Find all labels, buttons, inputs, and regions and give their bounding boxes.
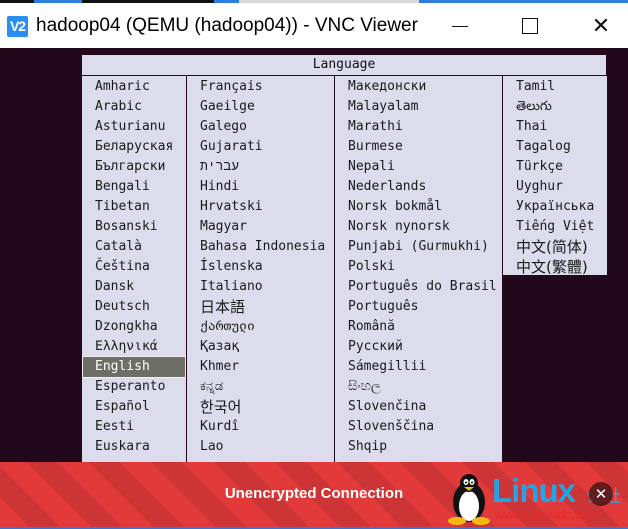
language-option[interactable]: Eesti	[82, 417, 186, 437]
language-column-1: Amharic Arabic Asturianu Беларуская Българск…	[81, 76, 186, 462]
language-option[interactable]: Español	[82, 397, 186, 417]
language-option[interactable]: Italiano	[187, 277, 334, 297]
language-menu-header: Language	[81, 54, 607, 76]
language-option[interactable]: Português do Brasil	[335, 277, 502, 297]
language-menu: Language Amharic Arabic Asturianu Беларуска…	[81, 54, 608, 462]
close-button[interactable]: ✕	[578, 4, 624, 48]
language-option[interactable]: Euskara	[82, 437, 186, 457]
language-option[interactable]: Қазақ	[187, 337, 334, 357]
language-option[interactable]: Lao	[187, 437, 334, 457]
language-option[interactable]: Nederlands	[335, 177, 502, 197]
language-option[interactable]: Tibetan	[82, 197, 186, 217]
language-option[interactable]: Dzongkha	[82, 317, 186, 337]
language-option[interactable]: Nepali	[335, 157, 502, 177]
language-option[interactable]: Uyghur	[503, 177, 607, 197]
language-option[interactable]: Hrvatski	[187, 197, 334, 217]
language-option-selected[interactable]: English	[82, 356, 186, 378]
language-option[interactable]: Marathi	[335, 117, 502, 137]
language-option[interactable]: ქართული	[187, 317, 334, 337]
strip-segment	[0, 0, 34, 3]
language-option[interactable]: Gaeilge	[187, 97, 334, 117]
language-option[interactable]: Norsk bokmål	[335, 197, 502, 217]
language-option[interactable]: Català	[82, 237, 186, 257]
language-option[interactable]: Беларуская	[82, 137, 186, 157]
language-list: Tamil తెలుగు Thai Tagalog Türkçe Uyghur Україн…	[503, 76, 607, 277]
language-option[interactable]: Burmese	[335, 137, 502, 157]
language-list: Македонски Malayalam Marathi Burmese Nepali N…	[335, 76, 502, 457]
strip-segment	[82, 0, 214, 3]
language-option[interactable]: Tiếng Việt	[503, 217, 607, 237]
language-option[interactable]: Slovenščina	[335, 417, 502, 437]
language-list: Français Gaeilge Galego Gujarati עברית Hindi H…	[187, 76, 334, 457]
window-titlebar[interactable]: V2 hadoop04 (QEMU (hadoop04)) - VNC View…	[0, 4, 628, 48]
language-option[interactable]: Shqip	[335, 437, 502, 457]
tux-penguin-icon	[448, 474, 490, 525]
vnc-remote-screen[interactable]: Language Amharic Arabic Asturianu Беларуска…	[0, 48, 628, 462]
language-option[interactable]: Dansk	[82, 277, 186, 297]
language-column-2: Français Gaeilge Galego Gujarati עברית Hindi H…	[186, 76, 334, 462]
language-option[interactable]: Deutsch	[82, 297, 186, 317]
language-option[interactable]: 日本語	[187, 297, 334, 317]
language-option[interactable]: ಕನ್ನಡ	[187, 377, 334, 397]
language-option[interactable]: Hindi	[187, 177, 334, 197]
language-option[interactable]: Português	[335, 297, 502, 317]
language-option[interactable]: Bosanski	[82, 217, 186, 237]
language-option[interactable]: עברית	[187, 157, 334, 177]
watermark-url: www.Linuxidc.com	[495, 507, 599, 522]
language-option[interactable]: Galego	[187, 117, 334, 137]
language-column-3: Македонски Malayalam Marathi Burmese Nepali N…	[334, 76, 502, 462]
language-option[interactable]: 한국어	[187, 397, 334, 417]
maximize-icon	[522, 18, 538, 34]
language-option[interactable]: Sámegillii	[335, 357, 502, 377]
watermark-brand: Linux	[492, 472, 576, 509]
language-option[interactable]: Română	[335, 317, 502, 337]
language-option[interactable]: Ελληνικά	[82, 337, 186, 357]
language-option[interactable]: Čeština	[82, 257, 186, 277]
language-option[interactable]: Français	[187, 77, 334, 97]
strip-segment	[34, 0, 82, 3]
language-option[interactable]: Polski	[335, 257, 502, 277]
language-option[interactable]: Íslenska	[187, 257, 334, 277]
language-option[interactable]: Tagalog	[503, 137, 607, 157]
language-option[interactable]: Magyar	[187, 217, 334, 237]
language-list: Amharic Arabic Asturianu Беларуская Българск…	[82, 76, 186, 457]
vnc-viewer-icon[interactable]: V2	[7, 15, 28, 37]
window-title: hadoop04 (QEMU (hadoop04)) - VNC Viewer	[36, 15, 418, 36]
language-option[interactable]: Arabic	[82, 97, 186, 117]
language-option[interactable]: Български	[82, 157, 186, 177]
minimize-icon	[452, 25, 468, 27]
language-option[interactable]: Slovenčina	[335, 397, 502, 417]
close-icon: ✕	[594, 485, 608, 503]
language-option[interactable]: Bahasa Indonesia	[187, 237, 334, 257]
minimize-button[interactable]	[437, 4, 483, 48]
language-option[interactable]: Kurdî	[187, 417, 334, 437]
language-option[interactable]: Punjabi (Gurmukhi)	[335, 237, 502, 257]
banner-close-button[interactable]: ✕	[589, 482, 613, 506]
language-column-4: Tamil తెలుగు Thai Tagalog Türkçe Uyghur Україн…	[502, 76, 608, 277]
language-option[interactable]: Türkçe	[503, 157, 607, 177]
language-option[interactable]: Русский	[335, 337, 502, 357]
unencrypted-connection-banner: Unencrypted Connection Linux 公社 www.Linu…	[0, 462, 628, 529]
language-option[interactable]: Amharic	[82, 77, 186, 97]
language-option[interactable]: Norsk nynorsk	[335, 217, 502, 237]
language-option[interactable]: Македонски	[335, 77, 502, 97]
strip-segment	[239, 0, 419, 3]
language-option[interactable]: සිංහල	[335, 377, 502, 397]
language-option[interactable]: Asturianu	[82, 117, 186, 137]
language-option[interactable]: తెలుగు	[503, 97, 607, 117]
language-option[interactable]: Tamil	[503, 77, 607, 97]
language-option[interactable]: Gujarati	[187, 137, 334, 157]
language-option[interactable]: Malayalam	[335, 97, 502, 117]
language-option[interactable]: 中文(繁體)	[503, 257, 607, 277]
maximize-button[interactable]	[507, 4, 553, 48]
language-option[interactable]: 中文(简体)	[503, 237, 607, 257]
language-option[interactable]: Esperanto	[82, 377, 186, 397]
language-option[interactable]: Khmer	[187, 357, 334, 377]
language-option[interactable]: Bengali	[82, 177, 186, 197]
language-option[interactable]: Thai	[503, 117, 607, 137]
close-icon: ✕	[591, 13, 611, 38]
language-option[interactable]: Українська	[503, 197, 607, 217]
